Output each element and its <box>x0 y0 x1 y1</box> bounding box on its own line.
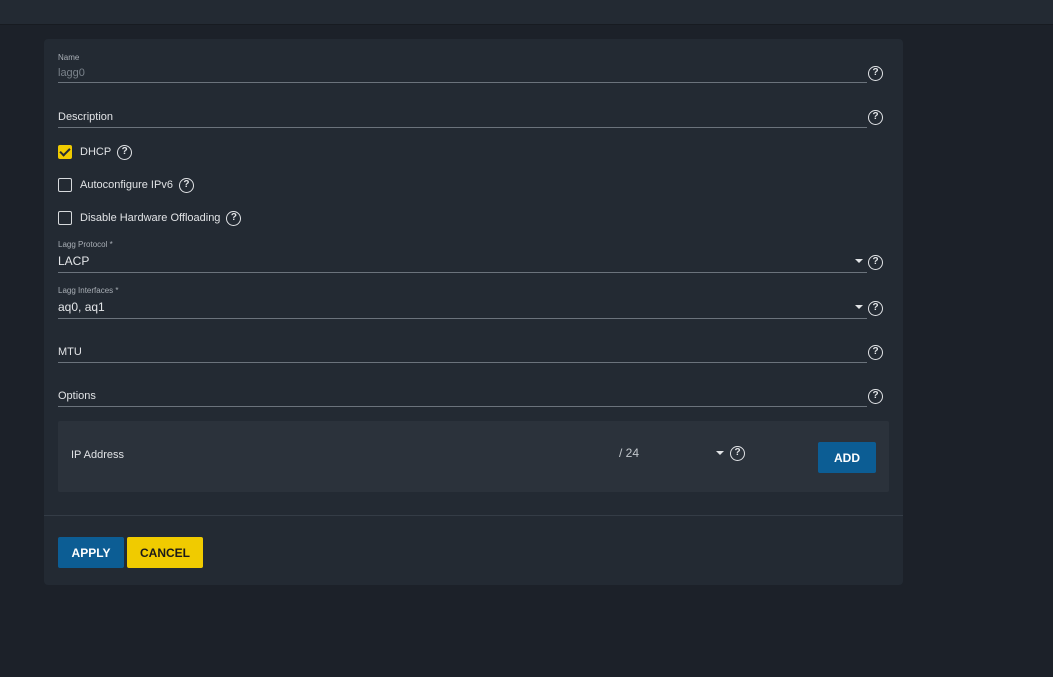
autoconfigure-ipv6-row[interactable]: Autoconfigure IPv6 ? <box>58 176 194 194</box>
top-bar <box>0 0 1053 25</box>
dhcp-checkbox[interactable] <box>58 145 72 159</box>
disable-hw-offloading-label: Disable Hardware Offloading <box>80 212 221 224</box>
name-field[interactable]: Name lagg0 <box>58 51 867 83</box>
disable-hw-offloading-row[interactable]: Disable Hardware Offloading ? <box>58 209 242 227</box>
ip-address-section: IP Address / 24 ? ADD <box>58 421 889 492</box>
description-input[interactable]: Description <box>58 105 867 128</box>
ip-address-input[interactable]: IP Address <box>71 445 618 463</box>
lagg-interfaces-help-icon[interactable]: ? <box>868 301 883 316</box>
netmask-select[interactable]: / 24 <box>619 446 639 460</box>
ip-address-help-icon[interactable]: ? <box>730 446 745 461</box>
netmask-caret-down-icon[interactable] <box>716 451 724 455</box>
dhcp-label: DHCP <box>80 146 112 158</box>
lagg-protocol-label: Lagg Protocol * <box>58 240 113 249</box>
autoconfigure-ipv6-help-icon[interactable]: ? <box>178 177 194 193</box>
lagg-interfaces-caret-down-icon <box>855 305 863 309</box>
name-value: lagg0 <box>58 67 85 79</box>
mtu-underline <box>58 362 867 363</box>
mtu-input[interactable]: MTU <box>58 340 867 363</box>
mtu-help-icon[interactable]: ? <box>868 345 883 360</box>
interface-form-card: Name lagg0 ? Description ? DHCP ? Autoco… <box>44 39 903 585</box>
dhcp-help-icon[interactable]: ? <box>117 144 133 160</box>
dhcp-checkbox-row[interactable]: DHCP ? <box>58 143 133 161</box>
disable-hw-offloading-help-icon[interactable]: ? <box>226 210 242 226</box>
lagg-protocol-value: LACP <box>58 254 90 268</box>
lagg-interfaces-select[interactable]: Lagg Interfaces * aq0, aq1 <box>58 284 867 319</box>
disable-hw-offloading-checkbox[interactable] <box>58 211 72 225</box>
lagg-protocol-help-icon[interactable]: ? <box>868 255 883 270</box>
name-underline <box>58 82 867 83</box>
add-ip-button[interactable]: ADD <box>818 442 876 473</box>
form-divider <box>44 515 903 516</box>
cancel-button[interactable]: CANCEL <box>127 537 203 568</box>
lagg-interfaces-label: Lagg Interfaces * <box>58 286 119 295</box>
autoconfigure-ipv6-label: Autoconfigure IPv6 <box>80 179 173 191</box>
lagg-interfaces-underline <box>58 318 867 319</box>
options-underline <box>58 406 867 407</box>
autoconfigure-ipv6-checkbox[interactable] <box>58 178 72 192</box>
lagg-interfaces-value: aq0, aq1 <box>58 300 105 314</box>
options-input[interactable]: Options <box>58 384 867 407</box>
apply-button[interactable]: APPLY <box>58 537 124 568</box>
name-label: Name <box>58 53 80 62</box>
description-help-icon[interactable]: ? <box>868 110 883 125</box>
lagg-protocol-select[interactable]: Lagg Protocol * LACP <box>58 238 867 273</box>
options-help-icon[interactable]: ? <box>868 389 883 404</box>
lagg-protocol-caret-down-icon <box>855 259 863 263</box>
name-help-icon[interactable]: ? <box>868 66 883 81</box>
description-underline <box>58 127 867 128</box>
lagg-protocol-underline <box>58 272 867 273</box>
options-placeholder: Options <box>58 390 96 402</box>
mtu-placeholder: MTU <box>58 346 82 358</box>
ip-address-placeholder: IP Address <box>71 449 124 461</box>
description-placeholder: Description <box>58 111 114 123</box>
